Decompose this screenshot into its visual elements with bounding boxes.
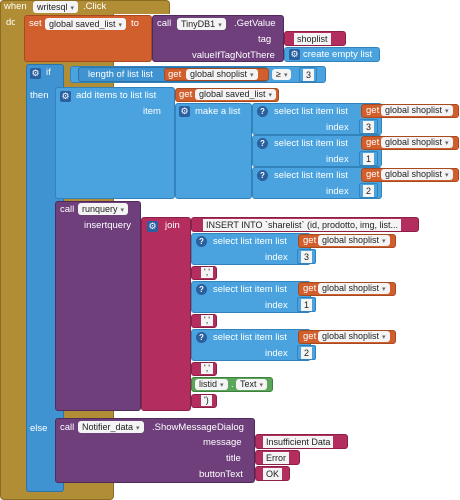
index-value[interactable]: 3 bbox=[301, 251, 313, 263]
help-icon[interactable]: ? bbox=[196, 284, 207, 295]
to-label: to bbox=[131, 18, 139, 29]
then-label: then bbox=[30, 90, 49, 101]
when-label: when bbox=[4, 1, 27, 12]
event-name: .Click bbox=[83, 1, 107, 12]
shoplist-dropdown[interactable]: global shoplist ▾ bbox=[381, 137, 453, 148]
dot-separator: . bbox=[231, 379, 234, 390]
if-label: if bbox=[46, 67, 51, 78]
text-property-dropdown[interactable]: Text ▾ bbox=[236, 379, 268, 390]
fallback-label: valueIfTagNotThere bbox=[192, 50, 275, 61]
select-list-item-label: select list item list bbox=[213, 236, 287, 247]
make-list-label: make a list bbox=[195, 106, 241, 117]
shoplist-dropdown[interactable]: global shoplist ▾ bbox=[318, 235, 390, 246]
component-dropdown[interactable]: writesql ▾ bbox=[33, 1, 79, 13]
message-label: message bbox=[203, 437, 242, 448]
gear-icon[interactable]: ⚙ bbox=[289, 49, 300, 60]
else-label: else bbox=[30, 423, 48, 434]
get-label: get bbox=[303, 283, 317, 294]
buttontext-label: buttonText bbox=[199, 469, 243, 480]
index-label: index bbox=[326, 154, 349, 165]
sep-string-value[interactable]: ',' bbox=[201, 267, 213, 278]
index-label: index bbox=[265, 252, 288, 263]
shoplist-dropdown[interactable]: global shoplist ▾ bbox=[318, 331, 390, 342]
tag-label: tag bbox=[258, 34, 272, 45]
select-list-item-label: select list item list bbox=[213, 284, 287, 295]
index-value[interactable]: 1 bbox=[301, 299, 313, 311]
make-list-gear-icon[interactable]: ⚙ bbox=[179, 106, 190, 117]
get-label: get bbox=[366, 137, 380, 148]
select-list-item-label: select list item list bbox=[274, 170, 348, 181]
shoplist-dropdown[interactable]: global shoplist ▾ bbox=[381, 105, 453, 116]
index-label: index bbox=[326, 186, 349, 197]
title-label: title bbox=[226, 453, 241, 464]
event-body-spine bbox=[15, 14, 25, 492]
join-label: join bbox=[165, 220, 180, 231]
message-string-value[interactable]: Insufficient Data bbox=[263, 436, 334, 448]
tinydb-dropdown[interactable]: TinyDB1 ▾ bbox=[177, 18, 226, 30]
sep-string-value[interactable]: ',' bbox=[201, 315, 213, 326]
listid-dropdown[interactable]: listid ▾ bbox=[195, 379, 228, 390]
get-label: get bbox=[179, 89, 193, 100]
create-empty-label: create empty list bbox=[303, 49, 373, 60]
notifier-dropdown[interactable]: Notifier_data ▾ bbox=[78, 421, 144, 433]
help-icon[interactable]: ? bbox=[196, 332, 207, 343]
set-label: set bbox=[29, 18, 42, 29]
help-icon[interactable]: ? bbox=[196, 236, 207, 247]
select-list-item-label: select list item list bbox=[274, 138, 348, 149]
help-icon[interactable]: ? bbox=[257, 106, 268, 117]
get-label: get bbox=[303, 235, 317, 246]
call-label: call bbox=[157, 18, 172, 29]
getvalue-method: .GetValue bbox=[234, 18, 276, 29]
tail-string-value[interactable]: ') bbox=[201, 395, 212, 406]
select-list-item-label: select list item list bbox=[213, 332, 287, 343]
index-value[interactable]: 2 bbox=[301, 347, 313, 359]
add-items-block[interactable] bbox=[55, 87, 175, 199]
shoplist-dropdown[interactable]: global shoplist ▾ bbox=[186, 69, 258, 80]
operator-dropdown[interactable]: ≥ ▾ bbox=[272, 69, 292, 80]
select-list-item-label: select list item list bbox=[274, 106, 348, 117]
index-label: index bbox=[326, 122, 349, 133]
help-icon[interactable]: ? bbox=[257, 170, 268, 181]
index-value[interactable]: 1 bbox=[363, 153, 375, 165]
tag-string-value[interactable]: shoplist bbox=[294, 33, 331, 45]
get-label: get bbox=[366, 169, 380, 180]
title-string-value[interactable]: Error bbox=[263, 452, 289, 464]
join-block[interactable] bbox=[141, 217, 191, 411]
item-label: item bbox=[143, 106, 161, 117]
number-value[interactable]: 3 bbox=[303, 69, 315, 81]
index-label: index bbox=[265, 300, 288, 311]
index-value[interactable]: 2 bbox=[363, 185, 375, 197]
shoplist-dropdown[interactable]: global shoplist ▾ bbox=[381, 169, 453, 180]
add-items-label: add items to list list bbox=[76, 90, 157, 101]
get-label: get bbox=[168, 69, 182, 80]
saved-list-dropdown[interactable]: global saved_list ▾ bbox=[195, 89, 277, 100]
length-label: length of list list bbox=[88, 69, 153, 80]
mutator-gear-icon[interactable]: ⚙ bbox=[30, 68, 41, 79]
sql-string-value[interactable]: INSERT INTO `sharelist` (id, prodotto, i… bbox=[203, 219, 402, 231]
index-value[interactable]: 3 bbox=[363, 121, 375, 133]
button-string-value[interactable]: OK bbox=[263, 468, 283, 480]
get-label: get bbox=[303, 331, 317, 342]
add-items-gear-icon[interactable]: ⚙ bbox=[60, 91, 71, 102]
sep-string-value[interactable]: ',' bbox=[201, 363, 213, 374]
var-dropdown[interactable]: global saved_list ▾ bbox=[45, 18, 127, 30]
procedure-dropdown[interactable]: runquery ▾ bbox=[78, 203, 129, 215]
call-label: call bbox=[60, 422, 75, 433]
call-label: call bbox=[60, 204, 75, 215]
help-icon[interactable]: ? bbox=[257, 138, 268, 149]
get-label: get bbox=[366, 105, 380, 116]
call-runquery-block[interactable] bbox=[55, 201, 141, 411]
join-gear-icon[interactable]: ⚙ bbox=[147, 221, 158, 232]
shoplist-dropdown[interactable]: global shoplist ▾ bbox=[318, 283, 390, 294]
insertquery-label: insertquery bbox=[84, 220, 131, 231]
index-label: index bbox=[265, 348, 288, 359]
method-label: .ShowMessageDialog bbox=[152, 422, 244, 433]
